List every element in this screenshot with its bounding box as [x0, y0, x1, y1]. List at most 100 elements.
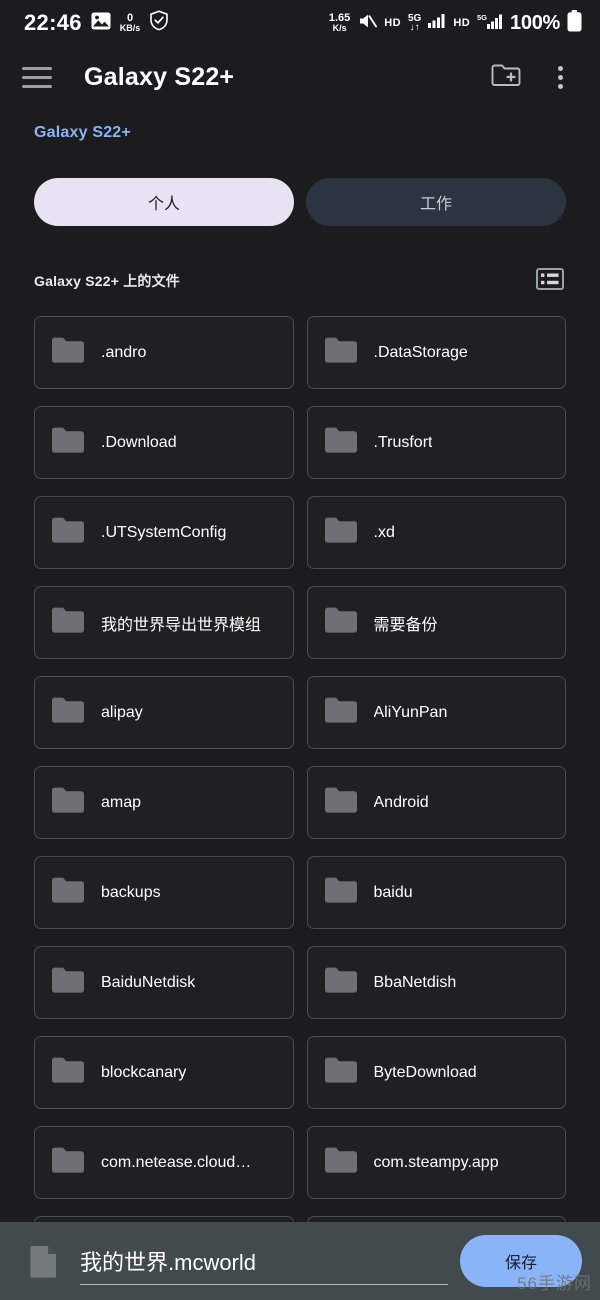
file-name: backups — [101, 883, 161, 901]
breadcrumb-item-current[interactable]: Galaxy S22+ — [34, 124, 131, 141]
folder-icon — [324, 966, 358, 999]
file-name: .Download — [101, 433, 177, 451]
page-title: Galaxy S22+ — [84, 62, 235, 91]
folder-icon — [324, 786, 358, 819]
file-card[interactable]: .Download — [34, 406, 294, 479]
file-name: ByteDownload — [373, 1063, 477, 1081]
new-folder-button[interactable] — [482, 53, 530, 101]
folder-icon — [51, 606, 85, 639]
folder-icon — [51, 876, 85, 909]
file-name: alipay — [101, 703, 143, 721]
file-card[interactable]: .andro — [34, 316, 294, 389]
app-bar: Galaxy S22+ — [0, 46, 600, 108]
signal-bars-icon-2: 5G — [477, 13, 503, 34]
hd-label-1: HD — [384, 17, 401, 29]
file-name: Android — [373, 793, 429, 811]
tab-personal[interactable]: 个人 — [34, 178, 294, 226]
folder-icon — [324, 696, 358, 729]
save-button[interactable]: 保存 — [460, 1235, 582, 1287]
status-clock: 22:46 — [24, 10, 82, 35]
hd-label-2: HD — [453, 17, 471, 29]
file-name: com.netease.cloud… — [101, 1153, 252, 1171]
file-card[interactable]: backups — [34, 856, 294, 929]
folder-icon — [51, 336, 85, 369]
new-folder-icon — [491, 62, 521, 93]
file-picker-screen: 22:46 0 KB/s 1.65 K/s HD 5G ↓↑ HD 5G 100… — [0, 0, 600, 1300]
file-card[interactable]: Android — [306, 766, 566, 839]
document-icon — [22, 1243, 66, 1279]
more-vertical-icon — [557, 65, 563, 89]
battery-percent: 100% — [510, 11, 560, 34]
folder-icon — [51, 426, 85, 459]
file-name: .andro — [101, 343, 147, 361]
save-bar: 我的世界.mcworld 保存 — [0, 1222, 600, 1300]
folder-icon — [324, 1146, 358, 1179]
mute-icon — [357, 12, 378, 35]
file-name: baidu — [373, 883, 413, 901]
file-card[interactable]: AliYunPan — [306, 676, 566, 749]
file-card[interactable]: .UTSystemConfig — [34, 496, 294, 569]
file-name: .Trusfort — [373, 433, 433, 451]
folder-icon — [324, 1056, 358, 1089]
view-toggle-button[interactable] — [530, 264, 570, 298]
file-name: 我的世界导出世界模组 — [101, 616, 262, 634]
file-card[interactable]: com.steampy.app — [306, 1126, 566, 1199]
image-icon — [91, 12, 111, 35]
status-bar: 22:46 0 KB/s 1.65 K/s HD 5G ↓↑ HD 5G 100… — [0, 0, 600, 46]
status-bar-left: 22:46 0 KB/s — [24, 10, 169, 36]
file-card[interactable]: blockcanary — [34, 1036, 294, 1109]
file-card[interactable]: alipay — [34, 676, 294, 749]
section-header: Galaxy S22+ 上的文件 — [0, 226, 600, 298]
file-name: BbaNetdish — [373, 973, 457, 991]
svg-text:5G: 5G — [477, 13, 487, 22]
filename-value: 我的世界.mcworld — [80, 1250, 257, 1275]
file-card[interactable]: .Trusfort — [306, 406, 566, 479]
file-name: com.steampy.app — [373, 1153, 499, 1171]
list-view-icon — [536, 267, 564, 296]
section-title: Galaxy S22+ 上的文件 — [34, 273, 180, 289]
file-name: .UTSystemConfig — [101, 523, 227, 541]
file-grid: .andro .DataStorage .Download .Trusfort .UTS… — [0, 298, 600, 1289]
signal-bars-icon-1 — [428, 13, 446, 33]
folder-icon — [51, 966, 85, 999]
battery-full-icon — [567, 9, 582, 37]
file-card[interactable]: baidu — [306, 856, 566, 929]
file-card[interactable]: 我的世界导出世界模组 — [34, 586, 294, 659]
folder-icon — [324, 336, 358, 369]
folder-icon — [51, 516, 85, 549]
file-card[interactable]: .DataStorage — [306, 316, 566, 389]
network-speed-indicator: 0 KB/s — [119, 12, 141, 33]
folder-icon — [324, 606, 358, 639]
app-bar-actions — [482, 53, 584, 101]
folder-icon — [51, 1146, 85, 1179]
folder-icon — [324, 876, 358, 909]
folder-icon — [51, 696, 85, 729]
folder-icon — [51, 1056, 85, 1089]
data-rate-indicator: 1.65 K/s — [328, 12, 351, 33]
filename-underline — [80, 1284, 448, 1285]
folder-icon — [324, 426, 358, 459]
tab-work[interactable]: 工作 — [306, 178, 566, 226]
file-name: AliYunPan — [373, 703, 448, 721]
folder-icon — [324, 516, 358, 549]
file-card[interactable]: ByteDownload — [306, 1036, 566, 1109]
overflow-menu-button[interactable] — [536, 53, 584, 101]
folder-icon — [51, 786, 85, 819]
file-card[interactable]: 需要备份 — [306, 586, 566, 659]
hamburger-menu-icon[interactable] — [22, 57, 62, 97]
file-name: .DataStorage — [373, 343, 468, 361]
file-card[interactable]: BaiduNetdisk — [34, 946, 294, 1019]
file-card[interactable]: BbaNetdish — [306, 946, 566, 1019]
file-name: blockcanary — [101, 1063, 187, 1081]
file-card[interactable]: amap — [34, 766, 294, 839]
profile-tabs: 个人 工作 — [0, 142, 600, 226]
breadcrumb: Galaxy S22+ — [0, 108, 600, 142]
file-card[interactable]: .xd — [306, 496, 566, 569]
shield-check-icon — [149, 10, 169, 36]
filename-input[interactable]: 我的世界.mcworld — [80, 1235, 452, 1287]
file-name: BaiduNetdisk — [101, 973, 196, 991]
file-card[interactable]: com.netease.cloud… — [34, 1126, 294, 1199]
network-5g-indicator-1: 5G ↓↑ — [408, 12, 422, 33]
file-name: .xd — [373, 523, 395, 541]
file-name: 需要备份 — [373, 616, 438, 634]
